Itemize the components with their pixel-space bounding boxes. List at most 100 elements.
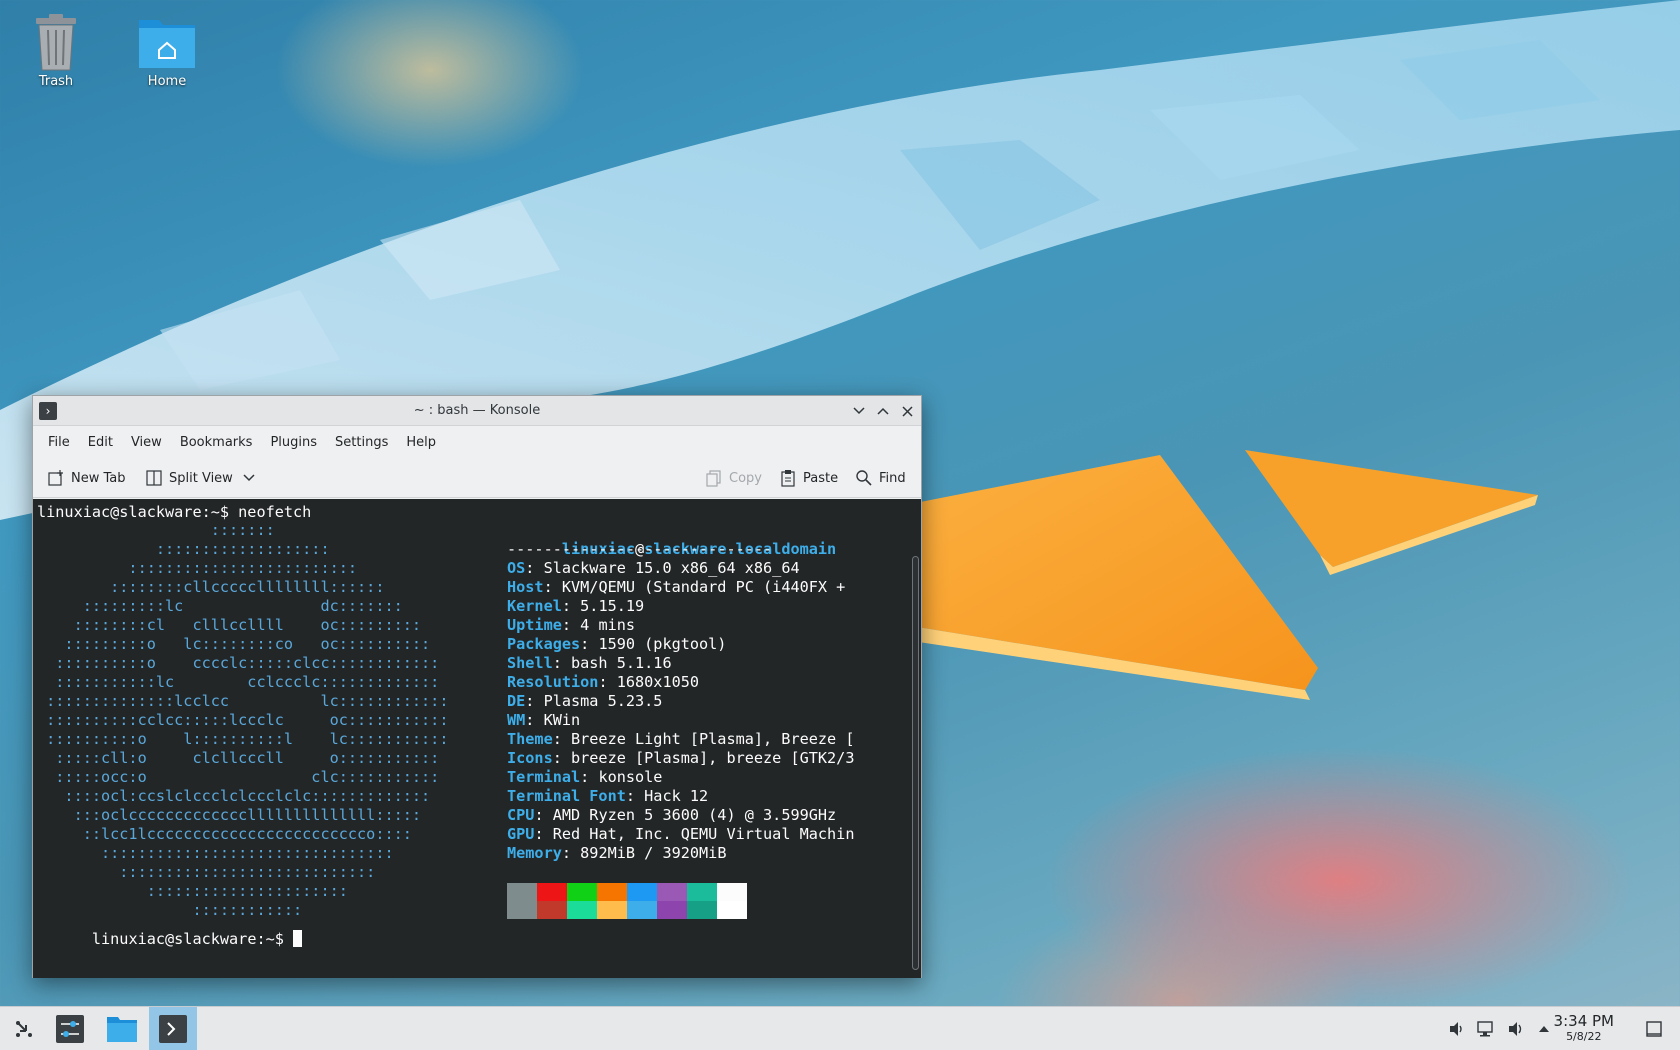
neofetch-info-value: : 892MiB / 3920MiB — [561, 844, 727, 862]
copy-button[interactable]: Copy — [705, 466, 762, 490]
menu-file[interactable]: File — [39, 435, 79, 450]
ascii-logo-line: :::oclcccccccccccccllllllllllllll::::: — [37, 806, 422, 824]
ascii-logo-line: :::::cll:o clcllcccll o::::::::::: — [37, 749, 440, 767]
terminal-scrollbar[interactable] — [912, 556, 919, 970]
desktop-icon-trash[interactable]: Trash — [11, 12, 101, 89]
trash-icon — [36, 14, 76, 71]
ascii-logo-line: :::::::::::::::::::::::::::::::: — [37, 844, 394, 862]
desktop-icon-label: Home — [147, 74, 187, 89]
neofetch-info-value: : Hack 12 — [625, 787, 709, 805]
neofetch-info-key: Terminal — [507, 768, 581, 786]
minimize-button[interactable] — [849, 401, 869, 421]
desktop-icon-home[interactable]: Home — [122, 12, 212, 89]
menubar: File Edit View Bookmarks Plugins Setting… — [33, 426, 921, 458]
neofetch-info-value: : KVM/QEMU (Standard PC (i440FX + — [543, 578, 846, 596]
menu-bookmarks[interactable]: Bookmarks — [171, 435, 262, 450]
ascii-logo-line: :::::::::o lc::::::::co oc:::::::::: — [37, 635, 431, 653]
chevron-down-icon[interactable] — [243, 474, 255, 482]
chevron-up-icon — [1539, 1026, 1549, 1032]
palette-swatch — [717, 883, 747, 901]
neofetch-info-value: : 4 mins — [561, 616, 636, 634]
palette-swatch — [567, 883, 597, 901]
ascii-logo-line: ::::::::::::::lcclcc lc:::::::::::: — [37, 692, 449, 710]
neofetch-info-key: Kernel — [507, 597, 562, 615]
konsole-window[interactable]: › ~ : bash — Konsole File Edit View Book… — [32, 395, 922, 978]
ascii-logo-line: ::::::::::o cccclc:::::clcc:::::::::::: — [37, 654, 440, 672]
maximize-button[interactable] — [873, 401, 893, 421]
neofetch-info-value: : 1680x1050 — [598, 673, 700, 691]
chevron-down-icon — [853, 407, 865, 415]
tray-volume[interactable] — [1506, 1019, 1526, 1039]
digital-clock[interactable]: 3:34 PM 5/8/22 — [1554, 1012, 1614, 1043]
neofetch-info-value: : AMD Ryzen 5 3600 (4) @ 3.599GHz — [534, 806, 837, 824]
close-button[interactable] — [897, 401, 917, 421]
palette-swatch — [687, 901, 717, 919]
find-button[interactable]: Find — [855, 466, 906, 490]
ascii-logo-line: ::::ocl:ccslclccclclccclclc::::::::::::: — [37, 787, 431, 805]
home-folder-icon — [139, 20, 195, 68]
neofetch-info-line: Terminal: konsole — [507, 768, 662, 787]
palette-swatch — [717, 901, 747, 919]
new-tab-button[interactable]: New Tab — [47, 466, 126, 490]
paste-icon — [781, 470, 795, 487]
ascii-logo-line: ::::::::cllcccccllllllll:::::: — [37, 578, 385, 596]
ascii-logo-line: :::::::::lc dc::::::: — [37, 597, 403, 615]
neofetch-info-key: CPU — [507, 806, 535, 824]
neofetch-info-key: GPU — [507, 825, 535, 843]
neofetch-info-line: Icons: breeze [Plasma], breeze [GTK2/3 — [507, 749, 854, 768]
neofetch-info-key: OS — [507, 559, 526, 577]
clock-time: 3:34 PM — [1553, 1012, 1614, 1030]
neofetch-info-value: : konsole — [580, 768, 663, 786]
neofetch-info-key: Theme — [507, 730, 553, 748]
menu-settings[interactable]: Settings — [326, 435, 397, 450]
neofetch-info-value: : Plasma 5.23.5 — [525, 692, 663, 710]
network-wired-icon — [1477, 1021, 1493, 1037]
terminal-cursor — [293, 930, 303, 947]
palette-swatch — [597, 901, 627, 919]
palette-swatch — [627, 901, 657, 919]
neofetch-info-key: DE — [507, 692, 526, 710]
ascii-logo-line: :::::::::::lc cclccclc::::::::::::: — [37, 673, 440, 691]
ascii-logo-line: ::::::::::::::::::::::::: — [37, 559, 358, 577]
neofetch-info-value: : 5.15.19 — [561, 597, 645, 615]
neofetch-info-line: GPU: Red Hat, Inc. QEMU Virtual Machin — [507, 825, 854, 844]
tray-expand[interactable] — [1534, 1019, 1554, 1039]
neofetch-info-value: : Red Hat, Inc. QEMU Virtual Machin — [534, 825, 855, 843]
neofetch-info-key: Packages — [507, 635, 581, 653]
volume-icon — [1509, 1022, 1522, 1036]
ascii-logo-line: :::::occ:o clc::::::::::: — [37, 768, 440, 786]
palette-swatch — [687, 883, 717, 901]
terminal-command-line: linuxiac@slackware:~$ neofetch — [37, 503, 312, 521]
show-desktop-button[interactable] — [1644, 1019, 1664, 1039]
neofetch-info-key: Shell — [507, 654, 553, 672]
palette-swatch — [627, 883, 657, 901]
taskbar-file-manager[interactable] — [98, 1007, 146, 1050]
menu-plugins[interactable]: Plugins — [261, 435, 326, 450]
close-icon — [901, 405, 913, 417]
application-launcher[interactable] — [0, 1007, 48, 1050]
ascii-logo-line: :::::::::::::::::::::::::::: — [37, 863, 376, 881]
ascii-logo-line: ::::::::::::::::::: — [37, 540, 330, 558]
menu-help[interactable]: Help — [397, 435, 445, 450]
neofetch-info-value: : Breeze Light [Plasma], Breeze [ — [552, 730, 855, 748]
neofetch-info-line: WM: KWin — [507, 711, 580, 730]
menu-edit[interactable]: Edit — [79, 435, 122, 450]
ascii-logo-line: :::::::::::::::::::::: — [37, 882, 348, 900]
neofetch-info-line: Packages: 1590 (pkgtool) — [507, 635, 726, 654]
menu-view[interactable]: View — [122, 435, 171, 450]
window-titlebar[interactable]: › ~ : bash — Konsole — [33, 396, 921, 426]
tray-audio[interactable] — [1447, 1019, 1467, 1039]
find-label: Find — [879, 470, 906, 486]
split-view-label: Split View — [169, 470, 233, 486]
terminal-view[interactable]: linuxiac@slackware:~$ neofetch ::::::: :… — [33, 499, 921, 978]
tray-network[interactable] — [1476, 1019, 1496, 1039]
neofetch-info-line: CPU: AMD Ryzen 5 3600 (4) @ 3.599GHz — [507, 806, 836, 825]
paste-button[interactable]: Paste — [779, 466, 838, 490]
taskbar-konsole[interactable] — [149, 1007, 197, 1050]
neofetch-info-line: Resolution: 1680x1050 — [507, 673, 699, 692]
palette-swatch — [507, 883, 537, 901]
neofetch-info-value: : KWin — [525, 711, 581, 729]
split-view-button[interactable]: Split View — [145, 466, 261, 490]
ascii-logo-line: ::::::::cl clllccllll oc::::::::: — [37, 616, 422, 634]
taskbar-system-settings[interactable] — [46, 1007, 94, 1050]
